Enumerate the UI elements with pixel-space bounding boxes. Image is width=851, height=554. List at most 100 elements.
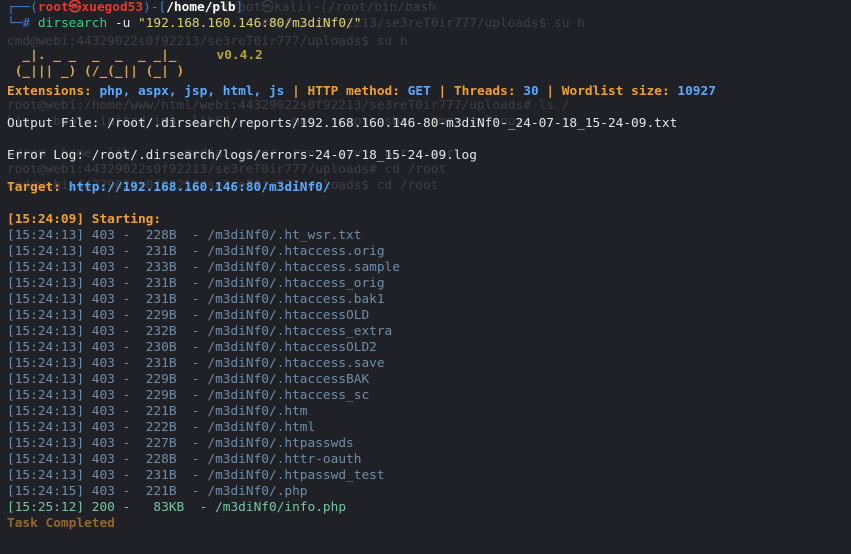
result-separator: -	[176, 388, 208, 403]
result-separator: -	[114, 228, 138, 243]
result-time: [15:24:13]	[7, 372, 92, 387]
result-path: /m3diNf0/.htaccess.sample	[207, 260, 400, 275]
result-row: [15:24:13] 403 - 221B - /m3diNf0/.htm	[7, 404, 851, 420]
prompt-user: root㉿xuegod53	[37, 0, 144, 15]
result-separator: -	[114, 260, 138, 275]
result-row: [15:24:15] 403 - 221B - /m3diNf0/.php	[7, 484, 851, 500]
result-path: /m3diNf0/.htaccessOLD	[207, 308, 370, 323]
result-row: [15:24:13] 403 - 229B - /m3diNf0/.htacce…	[7, 372, 851, 388]
banner-line: (_||| _) (/_(_|| (_| )	[7, 64, 851, 80]
result-row: [15:24:13] 403 - 230B - /m3diNf0/.htacce…	[7, 340, 851, 356]
result-path: /m3diNf0/.htaccess.save	[207, 356, 385, 371]
result-separator: -	[114, 404, 138, 419]
result-time: [15:24:13]	[7, 276, 92, 291]
ext-label: Extensions:	[7, 84, 100, 99]
result-separator: -	[176, 356, 208, 371]
result-path: /m3diNf0/.html	[207, 420, 316, 435]
result-status-code: 403	[91, 292, 115, 307]
separator: |	[430, 84, 454, 99]
starting-line: [15:24:09] Starting:	[7, 212, 162, 227]
result-time: [15:24:13]	[7, 468, 92, 483]
target-line: Target: http://192.168.160.146:80/m3diNf…	[7, 180, 851, 196]
result-row: [15:24:13] 403 - 231B - /m3diNf0/.htacce…	[7, 356, 851, 372]
result-time: [15:24:13]	[7, 356, 92, 371]
result-separator: -	[114, 484, 138, 499]
prompt-frame: └─#	[7, 16, 38, 31]
result-size: 229B	[138, 308, 177, 323]
prompt-cwd: /home/plb	[166, 0, 236, 15]
result-size: 231B	[138, 244, 177, 259]
result-separator: -	[114, 292, 138, 307]
result-separator: -	[176, 292, 208, 307]
result-time: [15:24:13]	[7, 228, 92, 243]
result-size: 231B	[138, 292, 177, 307]
result-size: 228B	[138, 228, 177, 243]
result-row: [15:24:13] 403 - 231B - /m3diNf0/.htpass…	[7, 468, 851, 484]
result-separator: -	[114, 324, 138, 339]
target-url: http://192.168.160.146:80/m3diNf0/	[68, 180, 331, 195]
wordlist-value: 10927	[677, 84, 716, 99]
results-list: [15:24:13] 403 - 228B - /m3diNf0/.ht_wsr…	[7, 228, 851, 516]
result-status-code: 403	[91, 404, 115, 419]
result-time: [15:24:13]	[7, 388, 92, 403]
separator: |	[284, 84, 308, 99]
result-row: [15:24:13] 403 - 231B - /m3diNf0/.htacce…	[7, 292, 851, 308]
result-size: 230B	[138, 340, 177, 355]
banner-line: _|. _ _ _ _ _ _|_ v0.4.2	[7, 48, 851, 64]
result-path: /m3diNf0/.htaccess_sc	[207, 388, 370, 403]
result-status-code: 403	[91, 452, 115, 467]
result-status-code: 403	[91, 420, 115, 435]
result-separator: -	[114, 340, 138, 355]
ext-value: php, aspx, jsp, html, js	[99, 84, 285, 99]
terminal-window[interactable]: ──(root㉿kali)-[/root/bin/bash ##@#:/d/0f…	[0, 0, 851, 554]
result-separator: -	[176, 420, 208, 435]
prompt-frame: )-[	[143, 0, 167, 15]
result-separator: -	[184, 500, 216, 515]
result-size: 229B	[138, 372, 177, 387]
result-separator: -	[114, 468, 138, 483]
result-separator: -	[176, 324, 208, 339]
result-path: /m3diNf0/.htaccess.bak1	[207, 292, 385, 307]
result-separator: -	[114, 436, 138, 451]
result-status-code: 403	[91, 484, 115, 499]
result-separator: -	[114, 276, 138, 291]
prompt-line: ┌──(root㉿xuegod53)-[/home/plb]	[7, 0, 851, 16]
result-size: 232B	[138, 324, 177, 339]
result-size: 229B	[138, 388, 177, 403]
result-row: [15:24:13] 403 - 231B - /m3diNf0/.htacce…	[7, 244, 851, 260]
result-separator: -	[114, 356, 138, 371]
result-size: 231B	[138, 356, 177, 371]
result-status-code: 403	[91, 436, 115, 451]
result-size: 227B	[138, 436, 177, 451]
banner-art: _|. _ _ _ _ _ _|_	[7, 48, 177, 63]
result-status-code: 403	[91, 308, 115, 323]
result-status-code: 403	[91, 324, 115, 339]
result-path: /m3diNf0/.htaccess_orig	[207, 276, 385, 291]
result-separator: -	[176, 340, 208, 355]
result-row: [15:25:12] 200 - 83KB - /m3diNf0/info.ph…	[7, 500, 851, 516]
result-separator: -	[114, 500, 138, 515]
result-status-code: 403	[91, 468, 115, 483]
result-path: /m3diNf0/.php	[207, 484, 308, 499]
result-time: [15:24:13]	[7, 324, 92, 339]
result-row: [15:24:13] 403 - 229B - /m3diNf0/.htacce…	[7, 388, 851, 404]
result-size: 231B	[138, 276, 177, 291]
result-time: [15:24:13]	[7, 244, 92, 259]
prompt-frame: ]	[235, 0, 244, 15]
result-path: /m3diNf0/.htaccessOLD2	[207, 340, 377, 355]
result-path: /m3diNf0/.htpasswds	[207, 436, 354, 451]
result-time: [15:24:15]	[7, 484, 92, 499]
result-path: /m3diNf0/.ht_wsr.txt	[207, 228, 362, 243]
result-row: [15:24:13] 403 - 231B - /m3diNf0/.htacce…	[7, 276, 851, 292]
threads-label: Threads:	[453, 84, 524, 99]
result-separator: -	[114, 388, 138, 403]
result-row: [15:24:13] 403 - 228B - /m3diNf0/.ht_wsr…	[7, 228, 851, 244]
wordlist-label: Wordlist size:	[561, 84, 678, 99]
target-label: Target:	[7, 180, 69, 195]
result-status-code: 403	[91, 244, 115, 259]
threads-value: 30	[523, 84, 539, 99]
result-status-code: 403	[91, 260, 115, 275]
result-path: /m3diNf0/.htpasswd_test	[207, 468, 385, 483]
command-line: └─# dirsearch -u "192.168.160.146:80/m3d…	[7, 16, 851, 32]
result-separator: -	[176, 244, 208, 259]
